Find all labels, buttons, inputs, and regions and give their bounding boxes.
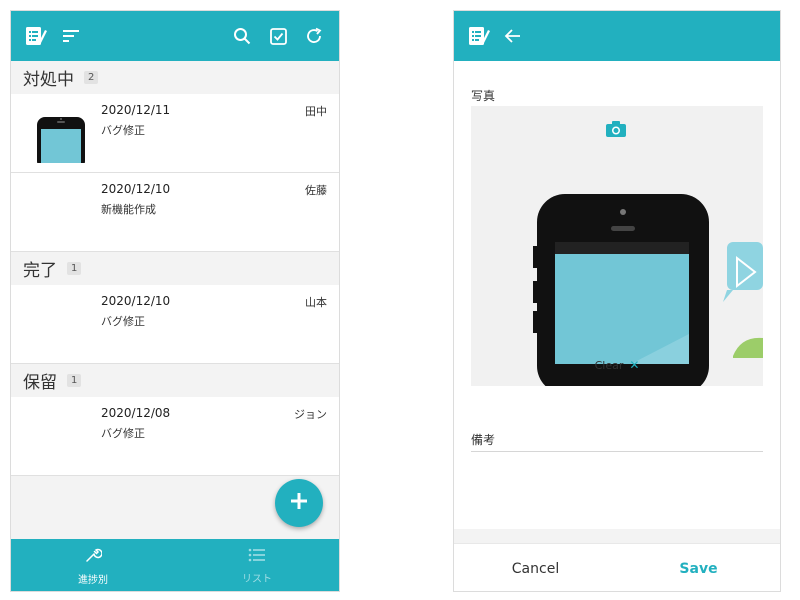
photo-preview-image — [533, 194, 763, 386]
task-title: バグ修正 — [101, 315, 145, 328]
refresh-icon[interactable] — [301, 23, 327, 49]
bottom-nav: 進捗別 リスト — [11, 539, 339, 591]
task-date: 2020/12/10 — [101, 182, 171, 196]
task-row[interactable]: 2020/12/11 バグ修正 田中 — [11, 94, 339, 173]
edit-form: 写真 Clear ✕ 備考 — [454, 61, 780, 529]
divider — [454, 529, 780, 543]
task-title: バグ修正 — [101, 124, 145, 137]
nav-label: 進捗別 — [78, 575, 108, 586]
count-badge: 1 — [67, 262, 82, 275]
photo-label: 写真 — [471, 89, 496, 103]
task-date: 2020/12/10 — [101, 294, 171, 308]
task-date: 2020/12/11 — [101, 103, 171, 117]
app-logo-icon — [466, 23, 492, 49]
task-row[interactable]: 2020/12/10 新機能作成 佐藤 — [11, 173, 339, 252]
task-title: 新機能作成 — [101, 203, 156, 216]
list-icon — [248, 547, 266, 567]
nav-label: リスト — [242, 574, 272, 585]
cancel-button[interactable]: Cancel — [454, 561, 617, 577]
close-icon: ✕ — [629, 358, 640, 372]
clear-label: Clear — [594, 358, 624, 372]
action-bar: Cancel Save — [454, 543, 780, 591]
task-assignee: ジョン — [294, 408, 327, 421]
task-title: バグ修正 — [101, 427, 145, 440]
section-title: 保留 — [23, 373, 57, 393]
section-title: 完了 — [23, 261, 57, 281]
app-bar — [454, 11, 780, 61]
task-edit-screen: 写真 Clear ✕ 備考 Cancel Save — [453, 10, 781, 592]
app-bar — [11, 11, 339, 61]
nav-item-list[interactable]: リスト — [175, 539, 339, 591]
task-row[interactable]: 2020/12/08 バグ修正 ジョン — [11, 397, 339, 476]
photo-field[interactable]: Clear ✕ — [471, 106, 763, 386]
task-thumbnail — [35, 117, 87, 169]
section-title: 対処中 — [23, 70, 74, 90]
task-assignee: 田中 — [305, 105, 327, 118]
task-date: 2020/12/08 — [101, 406, 171, 420]
note-label: 備考 — [471, 433, 496, 447]
plus-icon — [289, 491, 309, 515]
nav-item-progress[interactable]: 進捗別 — [11, 539, 175, 591]
sort-icon[interactable] — [59, 23, 85, 49]
task-row[interactable]: 2020/12/10 バグ修正 山本 — [11, 285, 339, 364]
add-task-button[interactable] — [275, 479, 323, 527]
count-badge: 1 — [67, 374, 82, 387]
save-button[interactable]: Save — [617, 561, 780, 577]
search-icon[interactable] — [229, 23, 255, 49]
back-arrow-icon[interactable] — [500, 23, 526, 49]
app-logo-icon — [23, 23, 49, 49]
clear-photo-button[interactable]: Clear ✕ — [471, 358, 763, 372]
section-header-done[interactable]: 完了 1 — [11, 252, 339, 285]
task-list: 対処中 2 2020/12/11 バグ修正 田中 2020/12/10 新機能作… — [11, 61, 339, 539]
count-badge: 2 — [84, 71, 99, 84]
task-list-screen: 対処中 2 2020/12/11 バグ修正 田中 2020/12/10 新機能作… — [10, 10, 340, 592]
task-assignee: 佐藤 — [305, 184, 327, 197]
checkbox-icon[interactable] — [265, 23, 291, 49]
note-field[interactable] — [471, 451, 763, 452]
section-header-in-progress[interactable]: 対処中 2 — [11, 61, 339, 94]
section-header-on-hold[interactable]: 保留 1 — [11, 364, 339, 397]
task-assignee: 山本 — [305, 296, 327, 309]
wrench-icon — [84, 546, 103, 568]
